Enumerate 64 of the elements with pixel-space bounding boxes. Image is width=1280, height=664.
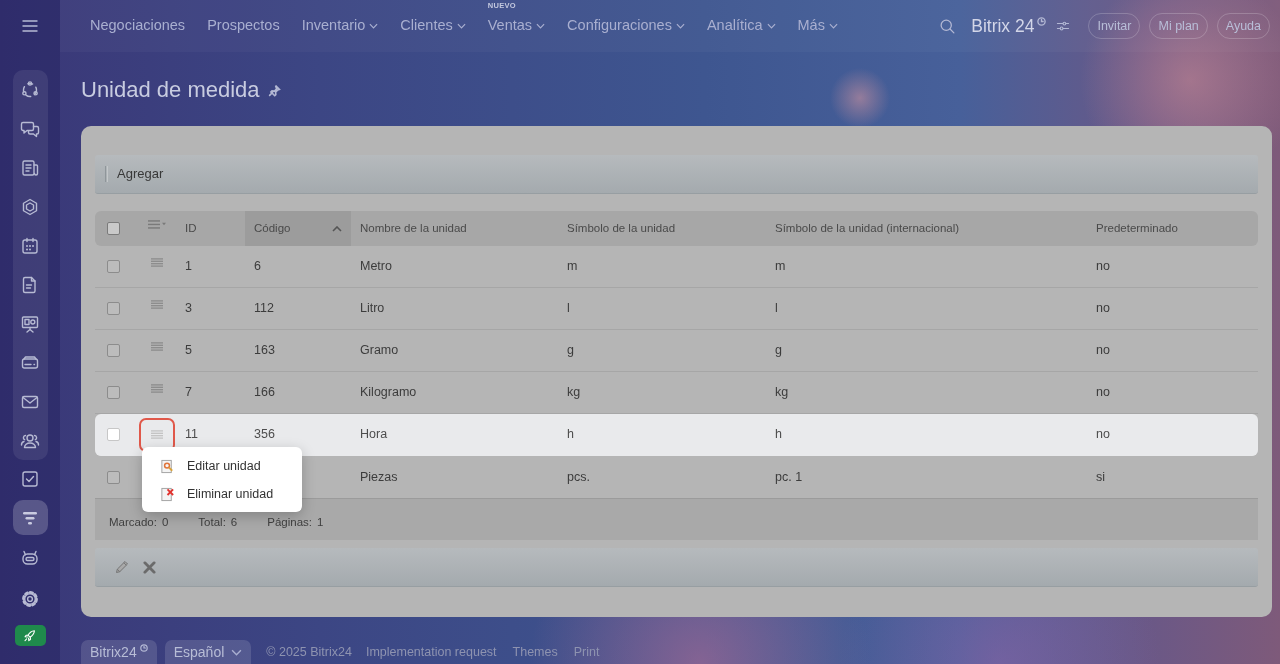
pencil-icon[interactable] (114, 559, 130, 575)
footer-link[interactable]: Themes (512, 642, 558, 662)
column-header[interactable]: ID (176, 211, 245, 246)
lines-icon (150, 430, 163, 439)
nav-link[interactable]: Configuraciones (567, 15, 685, 37)
table-cell: Hora (351, 414, 558, 456)
sidebar-item[interactable] (12, 500, 48, 535)
rocket-icon (22, 627, 38, 644)
toolbar-button[interactable]: Agregar (117, 164, 164, 184)
summary-label: Páginas: (267, 515, 312, 529)
newspaper-icon[interactable] (20, 157, 40, 178)
delete-document-icon (160, 486, 175, 502)
column-header[interactable]: Predeterminado (1087, 211, 1258, 246)
calendar-icon[interactable] (20, 235, 40, 256)
nav-link[interactable]: Clientes (400, 15, 466, 37)
nav-link[interactable]: Inventario (301, 15, 379, 37)
settings-icon[interactable] (20, 588, 40, 609)
summary-value: 6 (230, 515, 238, 529)
column-header[interactable]: Símbolo de la unidad (558, 211, 766, 246)
column-header[interactable]: Símbolo de la unidad (internacional) (766, 211, 1087, 246)
launch-button[interactable] (14, 625, 46, 646)
page-title: Unidad de medida (81, 78, 260, 102)
footer-link[interactable]: Print (573, 642, 600, 662)
summary-label: Marcado: (109, 515, 157, 529)
sort-up-icon[interactable] (332, 225, 342, 232)
table-cell: no (1087, 414, 1258, 456)
nav-link[interactable]: Más (797, 15, 838, 37)
nav-link[interactable]: Negociaciones (90, 15, 186, 37)
copyright-text: © 2025 Bitrix24 (266, 643, 352, 661)
orbit-icon[interactable] (20, 79, 40, 100)
checkbox-icon[interactable] (20, 468, 40, 489)
sliders-icon[interactable] (1056, 19, 1071, 33)
nav-link[interactable]: Ventas (487, 15, 546, 37)
hexagon-icon[interactable] (20, 196, 40, 217)
clock-icon (1037, 17, 1047, 26)
summary-value: 0 (161, 515, 169, 529)
summary-value: 1 (317, 515, 324, 529)
footer-link[interactable]: Implementation request (365, 642, 497, 662)
row-checkbox[interactable] (107, 470, 120, 484)
nav-link[interactable]: Prospectos (207, 15, 280, 37)
brand-button[interactable]: Bitrix24 (81, 640, 157, 664)
edit-document-icon (160, 458, 175, 474)
table-cell: h (558, 414, 766, 456)
language-dropdown[interactable]: Español (164, 640, 252, 664)
search-icon[interactable] (939, 17, 957, 35)
menu-item[interactable]: Eliminar unidad (142, 480, 302, 508)
row-checkbox[interactable] (107, 302, 120, 316)
column-header[interactable]: Nombre de la unidad (351, 211, 558, 246)
presentation-board-icon[interactable] (20, 313, 40, 334)
row-checkbox[interactable] (107, 386, 120, 400)
nav-link[interactable]: Analítica (706, 15, 776, 37)
column-header[interactable]: Código (245, 211, 351, 246)
summary-label: Total: (198, 515, 226, 529)
table-cell: h (766, 414, 1087, 456)
pin-icon[interactable] (267, 83, 281, 97)
cross-icon[interactable] (143, 560, 156, 574)
chevron-down-icon (231, 648, 243, 656)
row-checkbox[interactable] (107, 428, 120, 442)
select-all-checkbox[interactable] (107, 222, 120, 236)
row-checkbox[interactable] (107, 344, 120, 358)
clock-icon (139, 644, 148, 652)
row-checkbox[interactable] (107, 260, 120, 274)
menu-icon[interactable] (22, 20, 38, 32)
logo-link[interactable]: Bitrix 24 (971, 15, 1047, 37)
